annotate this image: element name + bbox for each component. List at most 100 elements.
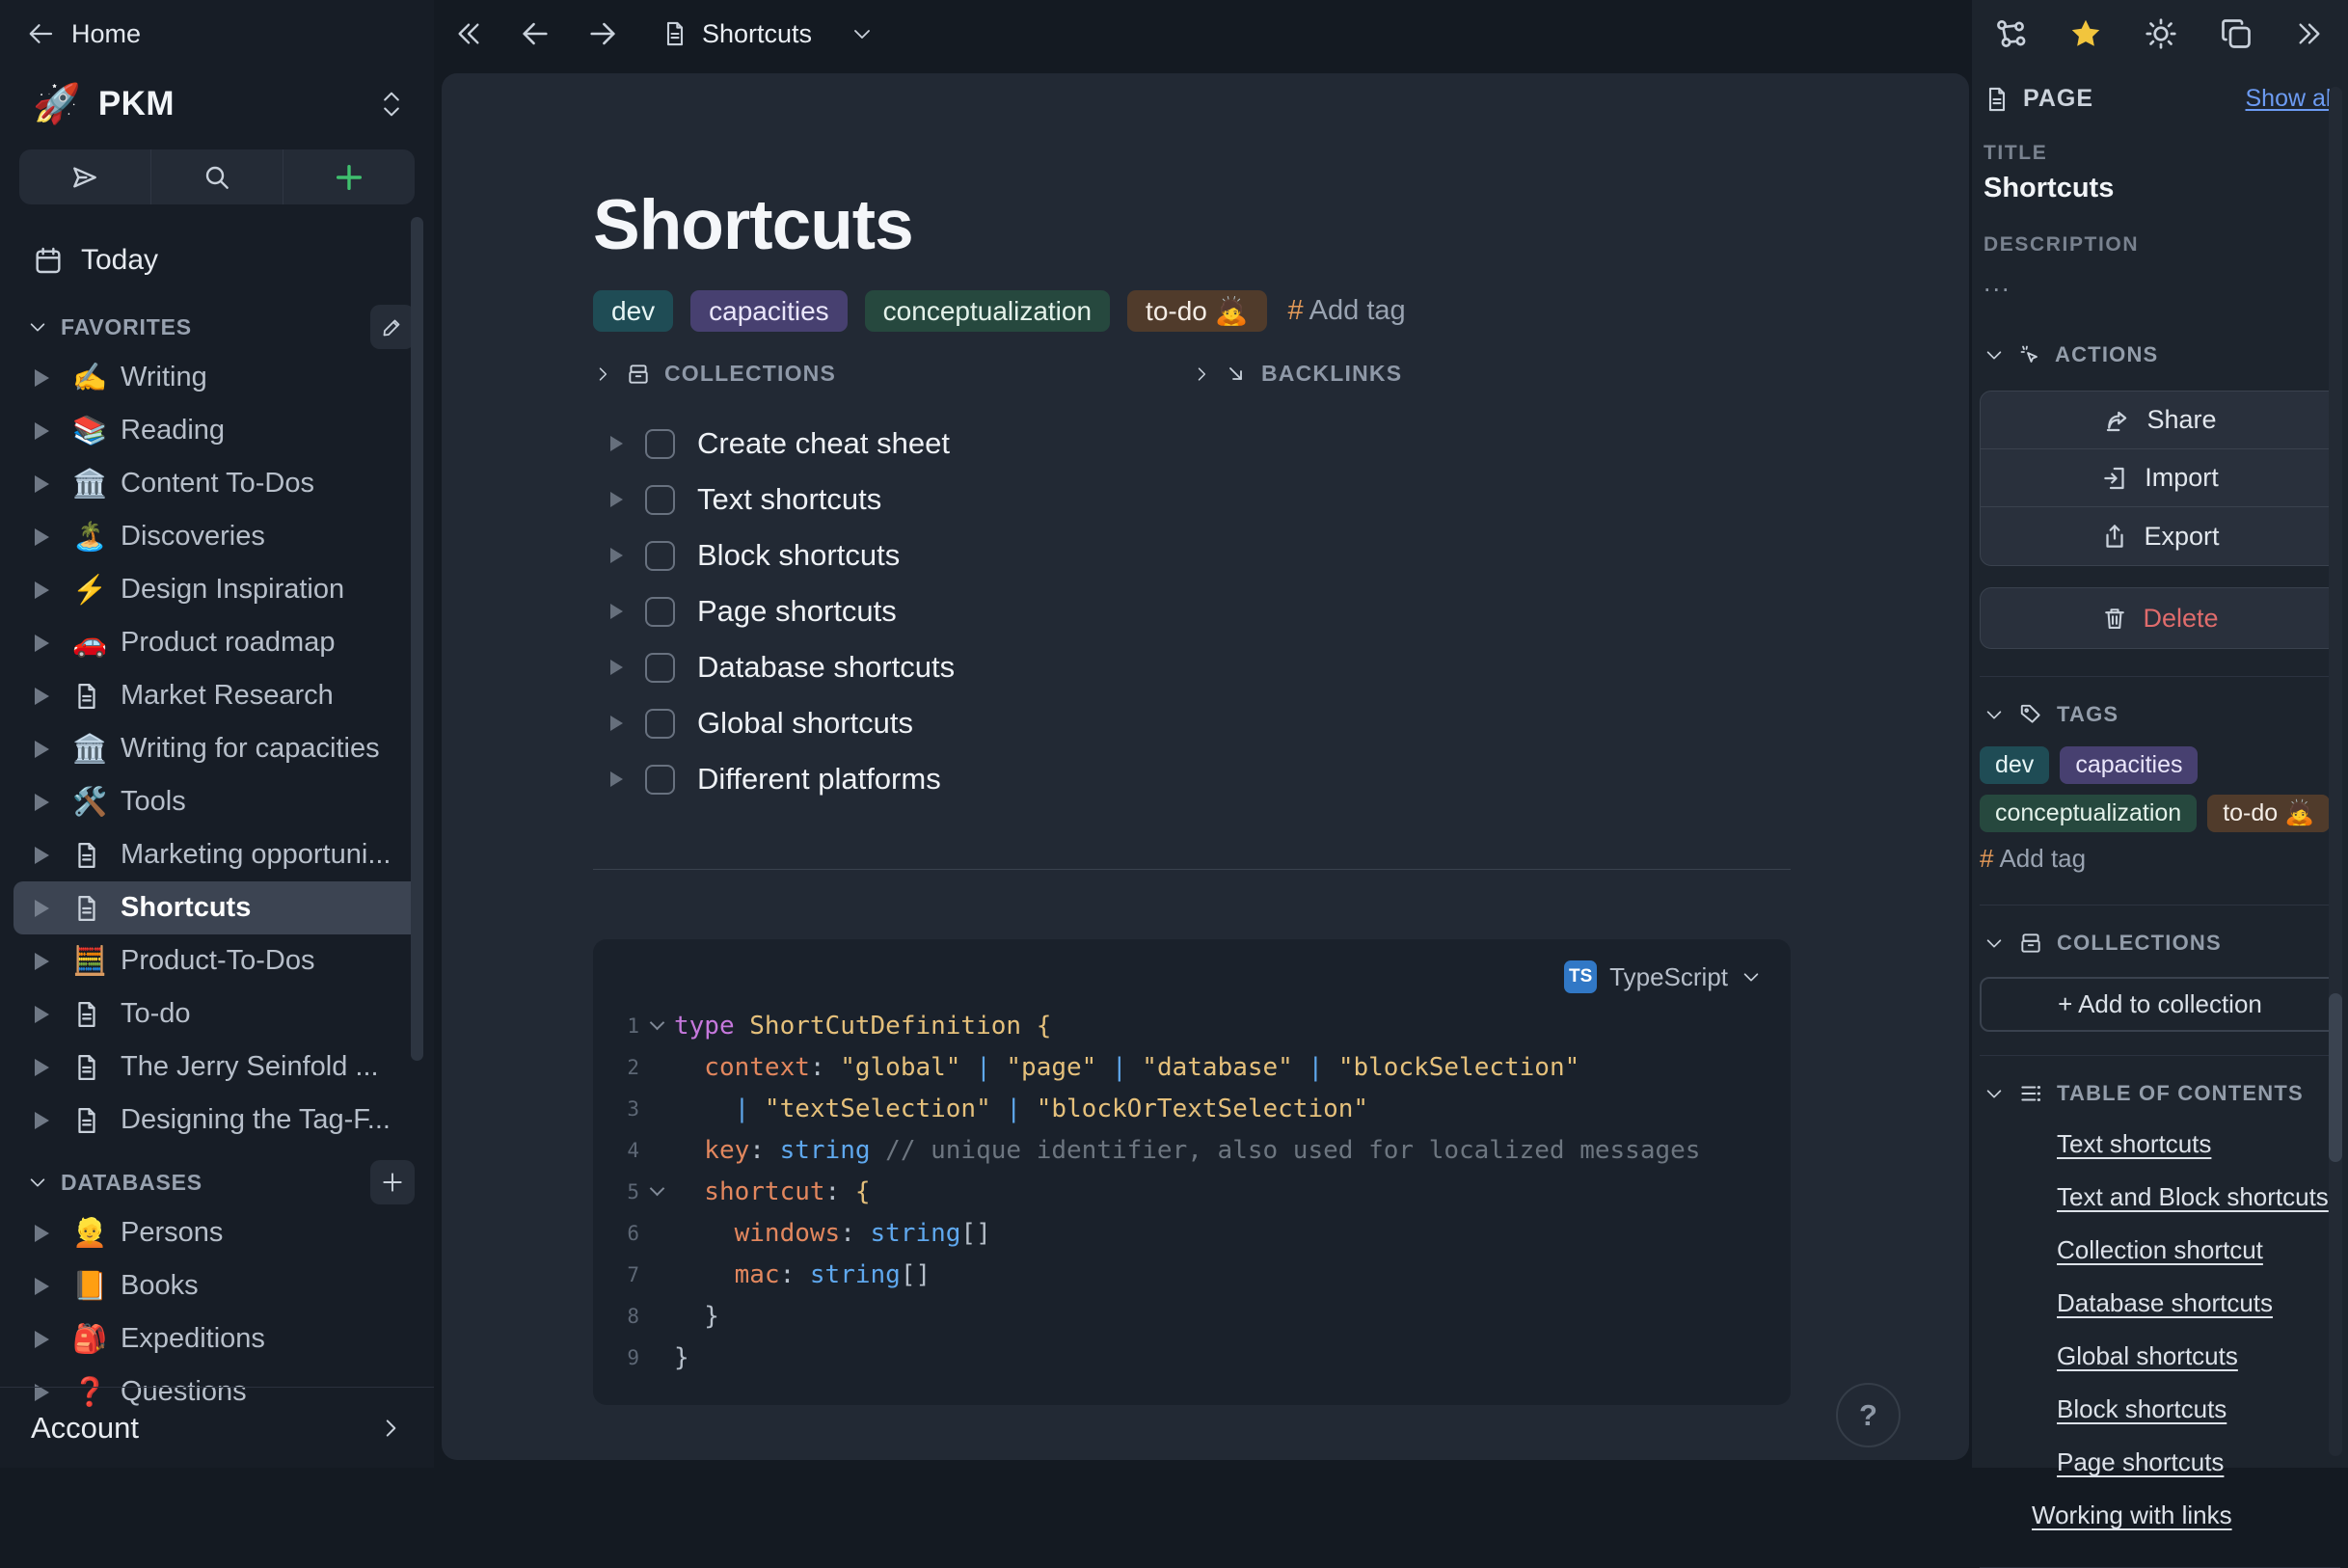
- fold-gutter[interactable]: [639, 1189, 674, 1194]
- sidebar-item-market-research[interactable]: Market Research: [0, 669, 434, 722]
- expand-triangle-icon[interactable]: [610, 548, 623, 563]
- sidebar-item-the-jerry-seinfold[interactable]: The Jerry Seinfold ...: [0, 1041, 434, 1094]
- workspace-switcher[interactable]: 🚀 PKM: [0, 68, 434, 126]
- tag-pill[interactable]: conceptualization: [1980, 795, 2197, 832]
- sidebar-item-designing-the-tag-f[interactable]: Designing the Tag-F...: [0, 1094, 434, 1147]
- duplicate-window-icon[interactable]: [2219, 16, 2254, 51]
- breadcrumb[interactable]: Shortcuts: [661, 19, 874, 49]
- code-lines[interactable]: 1type ShortCutDefinition {2 context: "gl…: [593, 1005, 1791, 1378]
- toc-link[interactable]: Collection shortcut: [2057, 1235, 2336, 1265]
- chevron-down-icon[interactable]: [850, 22, 874, 45]
- checklist-item-label[interactable]: Global shortcuts: [697, 706, 913, 741]
- sidebar-item-marketing-opportuni[interactable]: Marketing opportuni...: [0, 828, 434, 881]
- actions-section-header[interactable]: ACTIONS: [1984, 342, 2336, 367]
- toc-link[interactable]: Text and Block shortcuts: [2057, 1182, 2336, 1212]
- right-panel-scrollbar-thumb[interactable]: [2329, 993, 2342, 1162]
- expand-panel-icon[interactable]: [2294, 18, 2325, 49]
- add-to-collection-button[interactable]: + Add to collection: [1980, 977, 2340, 1032]
- help-button[interactable]: ?: [1836, 1383, 1901, 1447]
- code-text[interactable]: | "textSelection" | "blockOrTextSelectio…: [674, 1095, 1368, 1123]
- checklist-item-label[interactable]: Database shortcuts: [697, 650, 955, 685]
- sidebar-item-writing-for-capacities[interactable]: 🏛️Writing for capacities: [0, 722, 434, 775]
- collapse-sidebar-icon[interactable]: [453, 18, 484, 49]
- toc-link[interactable]: Global shortcuts: [2057, 1341, 2336, 1371]
- import-button[interactable]: Import: [1981, 449, 2339, 507]
- checklist-item-label[interactable]: Block shortcuts: [697, 538, 900, 573]
- add-tag-button[interactable]: # Add tag: [1288, 295, 1406, 327]
- sidebar-item-product-roadmap[interactable]: 🚗Product roadmap: [0, 616, 434, 669]
- backlinks-toggle[interactable]: BACKLINKS: [1192, 361, 1791, 387]
- sidebar-item-writing[interactable]: ✍️Writing: [0, 351, 434, 404]
- toc-link[interactable]: Database shortcuts: [2057, 1288, 2336, 1318]
- expand-triangle-icon[interactable]: [610, 716, 623, 731]
- sidebar-item-expeditions[interactable]: 🎒Expeditions: [0, 1312, 434, 1365]
- description-field-value[interactable]: ...: [1984, 268, 2336, 298]
- databases-section-header[interactable]: DATABASES: [0, 1158, 434, 1206]
- checkbox[interactable]: [645, 541, 675, 571]
- sidebar-item-shortcuts[interactable]: Shortcuts: [13, 881, 420, 934]
- expand-triangle-icon[interactable]: [610, 771, 623, 787]
- expand-triangle-icon[interactable]: [610, 492, 623, 507]
- add-database-button[interactable]: [370, 1160, 415, 1204]
- chevron-down-icon[interactable]: [1741, 966, 1762, 987]
- sidebar-item-to-do[interactable]: To-do: [0, 987, 434, 1041]
- sidebar-item-discoveries[interactable]: 🏝️Discoveries: [0, 510, 434, 563]
- sidebar-item-reading[interactable]: 📚Reading: [0, 404, 434, 457]
- sidebar-item-design-inspiration[interactable]: ⚡Design Inspiration: [0, 563, 434, 616]
- toc-section-header[interactable]: TABLE OF CONTENTS: [1984, 1081, 2336, 1106]
- tag-pill[interactable]: capacities: [2060, 746, 2198, 784]
- home-button[interactable]: Home: [0, 0, 434, 68]
- favorites-section-header[interactable]: FAVORITES: [0, 303, 434, 351]
- checklist-item-label[interactable]: Different platforms: [697, 762, 941, 797]
- tag-pill[interactable]: to-do 🙇: [2207, 795, 2330, 832]
- add-tag-button[interactable]: # Add tag: [1980, 844, 2340, 874]
- toc-link[interactable]: Text shortcuts: [2057, 1129, 2336, 1159]
- share-button[interactable]: Share: [1981, 392, 2339, 449]
- checklist-item-label[interactable]: Text shortcuts: [697, 482, 881, 517]
- expand-triangle-icon[interactable]: [610, 604, 623, 619]
- checkbox[interactable]: [645, 429, 675, 459]
- title-field-value[interactable]: Shortcuts: [1984, 173, 2336, 204]
- export-button[interactable]: Export: [1981, 507, 2339, 565]
- account-button[interactable]: Account: [0, 1387, 434, 1468]
- code-text[interactable]: }: [674, 1343, 689, 1372]
- right-panel-scrollbar-track[interactable]: [2329, 87, 2342, 1456]
- sidebar-item-content-to-dos[interactable]: 🏛️Content To-Dos: [0, 457, 434, 510]
- sidebar-item-persons[interactable]: 👱Persons: [0, 1206, 434, 1259]
- sidebar-item-product-to-dos[interactable]: 🧮Product-To-Dos: [0, 934, 434, 987]
- code-text[interactable]: shortcut: {: [674, 1177, 871, 1206]
- tag-pill[interactable]: dev: [593, 290, 673, 332]
- sidebar-scrollbar[interactable]: [411, 217, 423, 1061]
- checkbox[interactable]: [645, 765, 675, 795]
- code-text[interactable]: }: [674, 1302, 719, 1331]
- collections-toggle[interactable]: COLLECTIONS: [593, 361, 1192, 387]
- code-text[interactable]: context: "global" | "page" | "database" …: [674, 1053, 1579, 1082]
- tag-pill[interactable]: conceptualization: [865, 290, 1110, 332]
- delete-button[interactable]: Delete: [1980, 587, 2340, 649]
- checklist-item-label[interactable]: Page shortcuts: [697, 594, 897, 629]
- expand-triangle-icon[interactable]: [610, 436, 623, 451]
- tags-section-header[interactable]: TAGS: [1984, 702, 2336, 727]
- toc-link[interactable]: Block shortcuts: [2057, 1394, 2336, 1424]
- theme-sun-icon[interactable]: [2144, 16, 2178, 51]
- code-text[interactable]: windows: string[]: [674, 1219, 991, 1248]
- nav-back-icon[interactable]: [519, 17, 552, 50]
- quick-capture-button[interactable]: [19, 149, 151, 204]
- checkbox[interactable]: [645, 485, 675, 515]
- favorite-star-icon[interactable]: [2068, 16, 2103, 51]
- code-text[interactable]: mac: string[]: [674, 1260, 931, 1289]
- fold-gutter[interactable]: [639, 1023, 674, 1028]
- checkbox[interactable]: [645, 653, 675, 683]
- show-all-link[interactable]: Show all: [2246, 85, 2337, 113]
- tag-pill[interactable]: dev: [1980, 746, 2049, 784]
- checkbox[interactable]: [645, 597, 675, 627]
- code-text[interactable]: key: string // unique identifier, also u…: [674, 1136, 1700, 1165]
- expand-triangle-icon[interactable]: [610, 660, 623, 675]
- checkbox[interactable]: [645, 709, 675, 739]
- new-object-button[interactable]: [283, 149, 415, 204]
- toc-link[interactable]: Working with links: [2032, 1500, 2336, 1530]
- tag-pill[interactable]: to-do 🙇: [1127, 290, 1266, 332]
- code-language-select[interactable]: TypeScript: [1609, 962, 1728, 992]
- graph-view-icon[interactable]: [1993, 16, 2028, 51]
- code-text[interactable]: type ShortCutDefinition {: [674, 1012, 1051, 1041]
